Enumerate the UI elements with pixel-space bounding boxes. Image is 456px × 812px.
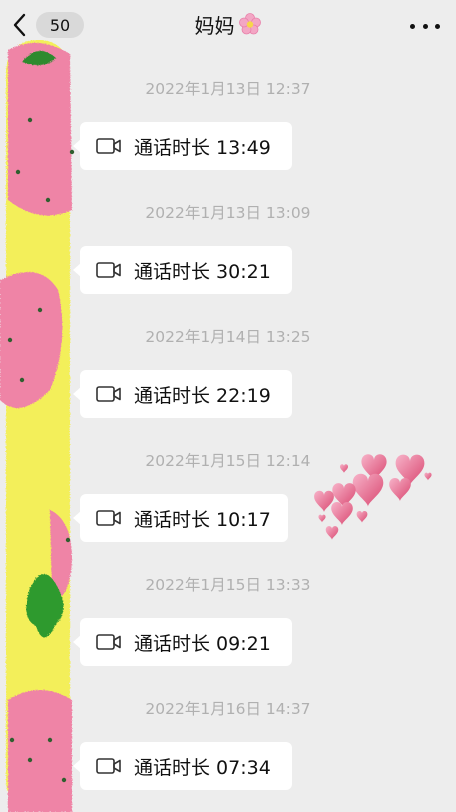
call-duration-text: 通话时长 07:34 — [134, 756, 271, 779]
message-timestamp: 2022年1月14日 13:25 — [145, 328, 311, 346]
video-camera-icon — [96, 260, 122, 280]
call-record-bubble[interactable]: 通话时长 13:49 — [73, 122, 292, 170]
call-record-bubble[interactable]: 通话时长 22:19 — [73, 370, 292, 418]
hearts-sticker — [308, 448, 438, 548]
video-camera-icon — [96, 384, 122, 404]
call-record-bubble[interactable]: 通话时长 07:34 — [73, 742, 292, 790]
call-record-bubble[interactable]: 通话时长 10:17 — [73, 494, 288, 542]
message-timestamp: 2022年1月13日 13:09 — [145, 204, 311, 222]
call-duration-text: 通话时长 09:21 — [134, 632, 271, 655]
video-camera-icon — [96, 632, 122, 652]
video-camera-icon — [96, 136, 122, 156]
call-duration-text: 通话时长 22:19 — [134, 384, 271, 407]
call-duration-text: 通话时长 13:49 — [134, 136, 271, 159]
message-timestamp: 2022年1月13日 12:37 — [145, 80, 311, 98]
call-record-bubble[interactable]: 通话时长 30:21 — [73, 246, 292, 294]
call-record-bubble[interactable]: 通话时长 09:21 — [73, 618, 292, 666]
message-timestamp: 2022年1月16日 14:37 — [145, 700, 311, 718]
message-list[interactable]: 2022年1月13日 12:37 通话时长 13:49 2022年1月13日 1… — [0, 0, 456, 812]
video-camera-icon — [96, 508, 122, 528]
call-duration-text: 通话时长 10:17 — [134, 508, 271, 531]
message-timestamp: 2022年1月15日 13:33 — [145, 576, 311, 594]
call-duration-text: 通话时长 30:21 — [134, 260, 271, 283]
video-camera-icon — [96, 756, 122, 776]
